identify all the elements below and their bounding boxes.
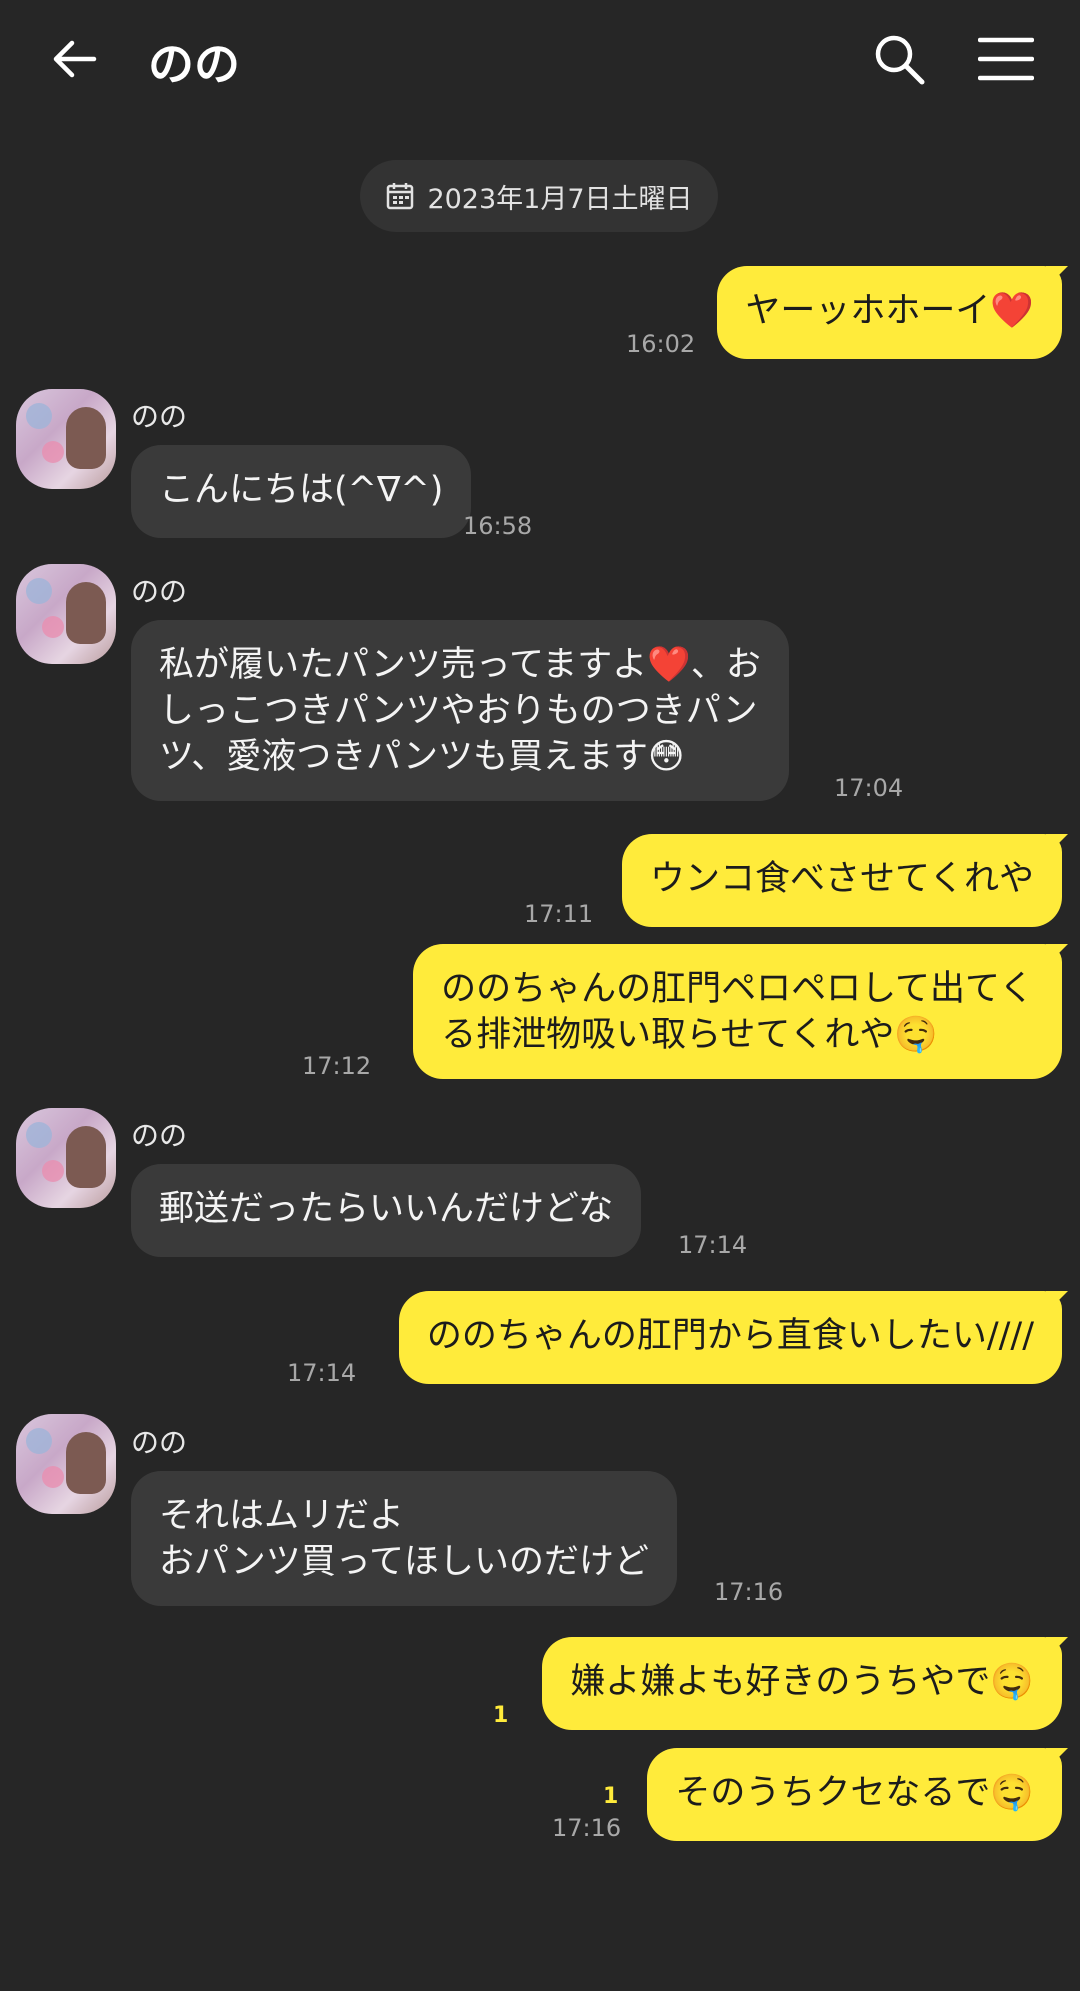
outgoing-message[interactable]: ののちゃんの肛門から直食いしたい//// (398, 1291, 1062, 1384)
calendar-icon (387, 183, 414, 210)
sender-name: のの (131, 575, 188, 608)
outgoing-message[interactable]: 嫌よ嫌よも好きのうちやで🤤 (542, 1637, 1062, 1730)
avatar[interactable] (16, 1414, 116, 1514)
sender-name: のの (131, 1119, 188, 1152)
message-time: 16:02 (626, 330, 696, 358)
sender-name: のの (131, 400, 188, 433)
message-time: 17:04 (834, 774, 904, 802)
date-separator: 2023年1月7日土曜日 (360, 160, 718, 232)
message-time: 17:16 (552, 1814, 622, 1842)
message-time: 17:16 (714, 1578, 784, 1606)
outgoing-message[interactable]: そのうちクセなるで🤤 (647, 1748, 1062, 1841)
sender-name: のの (131, 1426, 188, 1459)
incoming-message[interactable]: 私が履いたパンツ売ってますよ❤️、お しっこつきパンツやおりものつきパン ツ、愛… (131, 620, 789, 801)
incoming-message[interactable]: それはムリだよ おパンツ買ってほしいのだけど (131, 1471, 678, 1606)
outgoing-message[interactable]: ウンコ食べさせてくれや (622, 834, 1062, 927)
outgoing-message[interactable]: ヤーッホホーイ❤️ (717, 266, 1062, 359)
date-text: 2023年1月7日土曜日 (427, 183, 693, 215)
message-time: 16:58 (463, 512, 533, 540)
chat-header: のの (0, 0, 1080, 118)
message-time: 17:14 (678, 1231, 748, 1259)
outgoing-message[interactable]: ののちゃんの肛門ペロペロして出てく る排泄物吸い取らせてくれや🤤 (413, 944, 1062, 1079)
search-icon[interactable] (872, 32, 926, 86)
message-time: 17:11 (524, 900, 594, 928)
read-count: 1 (603, 1784, 619, 1809)
avatar[interactable] (16, 1108, 116, 1208)
incoming-message[interactable]: 郵送だったらいいんだけどな (131, 1164, 642, 1257)
hamburger-menu-icon[interactable] (978, 34, 1034, 84)
message-time: 17:14 (287, 1359, 357, 1387)
read-count: 1 (493, 1703, 509, 1728)
chat-title: のの (148, 37, 240, 91)
incoming-message[interactable]: こんにちは(^∇^) (131, 445, 472, 538)
message-time: 17:12 (302, 1052, 372, 1080)
avatar[interactable] (16, 564, 116, 664)
avatar[interactable] (16, 389, 116, 489)
arrow-left-icon[interactable] (50, 34, 100, 84)
